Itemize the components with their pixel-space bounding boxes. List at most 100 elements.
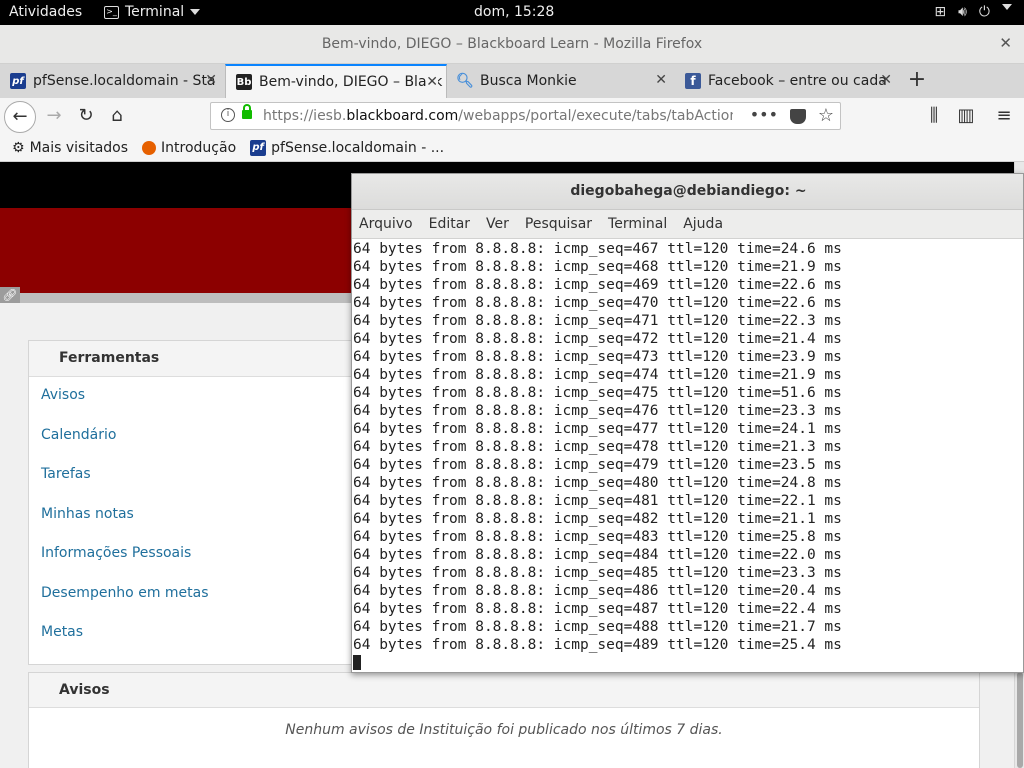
tab-facebook[interactable]: f Facebook – entre ou cada ✕ xyxy=(675,64,900,98)
terminal-line: 64 bytes from 8.8.8.8: icmp_seq=485 ttl=… xyxy=(353,565,842,581)
library-icon[interactable]: ⫼ xyxy=(922,104,946,128)
terminal-line: 64 bytes from 8.8.8.8: icmp_seq=473 ttl=… xyxy=(353,349,842,365)
url-bar[interactable]: i https://iesb.blackboard.com/webapps/po… xyxy=(210,102,841,130)
bookmark-mais-visitados[interactable]: ⚙ Mais visitados xyxy=(12,140,128,156)
home-button[interactable]: ⌂ xyxy=(105,104,129,128)
close-tab-icon[interactable]: ✕ xyxy=(655,72,667,88)
new-tab-button[interactable]: + xyxy=(906,67,928,93)
reload-button[interactable]: ↻ xyxy=(74,104,98,128)
avisos-panel: Avisos Nenhum avisos de Instituição foi … xyxy=(28,672,980,768)
page-actions-icon[interactable]: ••• xyxy=(750,105,778,124)
pocket-icon[interactable] xyxy=(790,109,806,124)
close-tab-icon[interactable]: ✕ xyxy=(880,72,892,88)
window-title: Bem-vindo, DIEGO – Blackboard Learn - Mo… xyxy=(321,36,703,52)
forward-button[interactable]: → xyxy=(42,104,66,128)
sidebar-icon[interactable]: ▥ xyxy=(954,104,978,128)
menu-ver[interactable]: Ver xyxy=(486,216,509,238)
terminal-line: 64 bytes from 8.8.8.8: icmp_seq=481 ttl=… xyxy=(353,493,842,509)
facebook-icon: f xyxy=(685,73,701,89)
link-icon[interactable]: 🔗︎ xyxy=(0,287,20,303)
tab-busca-monkie[interactable]: 🔍︎ Busca Monkie ✕ xyxy=(447,64,675,98)
system-tray[interactable]: ⊞ 🔊︎ ⏻ xyxy=(934,4,1012,20)
terminal-line: 64 bytes from 8.8.8.8: icmp_seq=487 ttl=… xyxy=(353,601,842,617)
firefox-icon xyxy=(142,140,157,155)
url-text: https://iesb.blackboard.com/webapps/port… xyxy=(263,108,733,124)
terminal-line: 64 bytes from 8.8.8.8: icmp_seq=480 ttl=… xyxy=(353,475,842,491)
tab-strip: pf pfSense.localdomain - Sta ✕ Bb Bem-vi… xyxy=(0,64,1024,98)
terminal-line: 64 bytes from 8.8.8.8: icmp_seq=488 ttl=… xyxy=(353,619,842,635)
terminal-line: 64 bytes from 8.8.8.8: icmp_seq=476 ttl=… xyxy=(353,403,842,419)
close-tab-icon[interactable]: ✕ xyxy=(426,74,438,90)
clock[interactable]: dom, 15:28 xyxy=(474,4,554,20)
terminal-line: 64 bytes from 8.8.8.8: icmp_seq=470 ttl=… xyxy=(353,295,842,311)
terminal-header-bar[interactable]: diegobahega@debiandiego: ~ xyxy=(352,174,1023,210)
terminal-line: 64 bytes from 8.8.8.8: icmp_seq=484 ttl=… xyxy=(353,547,842,563)
volume-icon: 🔊︎ xyxy=(958,4,967,20)
back-button[interactable]: ← xyxy=(4,101,36,133)
menu-ajuda[interactable]: Ajuda xyxy=(683,216,723,238)
bookmark-star-icon[interactable]: ☆ xyxy=(818,105,834,126)
terminal-output[interactable]: 64 bytes from 8.8.8.8: icmp_seq=467 ttl=… xyxy=(352,239,1023,672)
terminal-window[interactable]: diegobahega@debiandiego: ~ Arquivo Edita… xyxy=(351,173,1024,673)
terminal-line: 64 bytes from 8.8.8.8: icmp_seq=471 ttl=… xyxy=(353,313,842,329)
tab-label: pfSense.localdomain - Sta xyxy=(33,73,216,89)
network-icon: ⊞ xyxy=(934,4,947,20)
terminal-cursor xyxy=(353,655,361,670)
tab-pfsense[interactable]: pf pfSense.localdomain - Sta ✕ xyxy=(0,64,225,98)
menu-pesquisar[interactable]: Pesquisar xyxy=(525,216,592,238)
terminal-menu-bar: Arquivo Editar Ver Pesquisar Terminal Aj… xyxy=(352,210,1023,239)
app-menu-terminal[interactable]: >_ Terminal xyxy=(104,4,201,20)
close-tab-icon[interactable]: ✕ xyxy=(205,72,217,88)
terminal-line: 64 bytes from 8.8.8.8: icmp_seq=482 ttl=… xyxy=(353,511,842,527)
gnome-top-bar: Atividades >_ Terminal dom, 15:28 ⊞ 🔊︎ ⏻ xyxy=(0,0,1024,25)
menu-arquivo[interactable]: Arquivo xyxy=(359,216,413,238)
blackboard-icon: Bb xyxy=(236,74,252,90)
url-path: /webapps/portal/execute/tabs/tabAction?t… xyxy=(458,108,733,124)
url-prefix: https://iesb. xyxy=(263,108,347,124)
activities-button[interactable]: Atividades xyxy=(9,4,82,20)
tab-blackboard[interactable]: Bb Bem-vindo, DIEGO – Black ✕ xyxy=(225,64,447,98)
info-icon[interactable]: i xyxy=(221,108,235,122)
power-icon: ⏻ xyxy=(978,4,990,20)
chevron-down-icon xyxy=(190,9,201,15)
terminal-line: 64 bytes from 8.8.8.8: icmp_seq=468 ttl=… xyxy=(353,259,842,275)
terminal-prompt-line[interactable] xyxy=(353,654,1023,672)
chevron-down-icon xyxy=(1002,4,1012,10)
avisos-empty-note: Nenhum avisos de Instituição foi publica… xyxy=(285,722,723,738)
terminal-line: 64 bytes from 8.8.8.8: icmp_seq=489 ttl=… xyxy=(353,637,842,653)
bookmark-introducao[interactable]: Introdução xyxy=(142,140,236,156)
terminal-line: 64 bytes from 8.8.8.8: icmp_seq=483 ttl=… xyxy=(353,529,842,545)
terminal-line: 64 bytes from 8.8.8.8: icmp_seq=478 ttl=… xyxy=(353,439,842,455)
close-window-icon[interactable]: ✕ xyxy=(999,34,1012,52)
tab-label: Bem-vindo, DIEGO – Black xyxy=(259,74,443,90)
terminal-title: diegobahega@debiandiego: ~ xyxy=(570,183,807,199)
gear-icon: ⚙ xyxy=(12,139,25,156)
avisos-title: Avisos xyxy=(29,673,979,708)
menu-terminal[interactable]: Terminal xyxy=(608,216,667,238)
tab-label: Busca Monkie xyxy=(480,73,577,89)
terminal-line: 64 bytes from 8.8.8.8: icmp_seq=472 ttl=… xyxy=(353,331,842,347)
terminal-line: 64 bytes from 8.8.8.8: icmp_seq=469 ttl=… xyxy=(353,277,842,293)
bookmark-pfsense[interactable]: pf pfSense.localdomain - ... xyxy=(250,139,445,156)
bookmark-label: pfSense.localdomain - ... xyxy=(271,139,445,156)
bookmarks-toolbar: ⚙ Mais visitados Introdução pf pfSense.l… xyxy=(0,134,1024,162)
terminal-line: 64 bytes from 8.8.8.8: icmp_seq=467 ttl=… xyxy=(353,241,842,257)
search-icon: 🔍︎ xyxy=(456,73,474,89)
menu-editar[interactable]: Editar xyxy=(429,216,470,238)
terminal-line: 64 bytes from 8.8.8.8: icmp_seq=479 ttl=… xyxy=(353,457,842,473)
hamburger-menu-icon[interactable]: ≡ xyxy=(992,104,1016,128)
pfsense-icon: pf xyxy=(10,73,26,89)
scrollbar-thumb[interactable] xyxy=(1017,672,1023,768)
terminal-icon: >_ xyxy=(104,5,119,19)
navigation-toolbar: ← → ↻ ⌂ i https://iesb.blackboard.com/we… xyxy=(0,98,1024,134)
terminal-line: 64 bytes from 8.8.8.8: icmp_seq=474 ttl=… xyxy=(353,367,842,383)
firefox-title-bar: Bem-vindo, DIEGO – Blackboard Learn - Mo… xyxy=(0,25,1024,64)
terminal-line: 64 bytes from 8.8.8.8: icmp_seq=486 ttl=… xyxy=(353,583,842,599)
terminal-line: 64 bytes from 8.8.8.8: icmp_seq=477 ttl=… xyxy=(353,421,842,437)
tab-label: Facebook – entre ou cada xyxy=(708,73,887,89)
url-domain: blackboard.com xyxy=(346,108,459,124)
app-menu-label: Terminal xyxy=(125,4,185,20)
bookmark-label: Mais visitados xyxy=(29,139,129,156)
terminal-line: 64 bytes from 8.8.8.8: icmp_seq=475 ttl=… xyxy=(353,385,842,401)
lock-icon xyxy=(242,104,252,119)
